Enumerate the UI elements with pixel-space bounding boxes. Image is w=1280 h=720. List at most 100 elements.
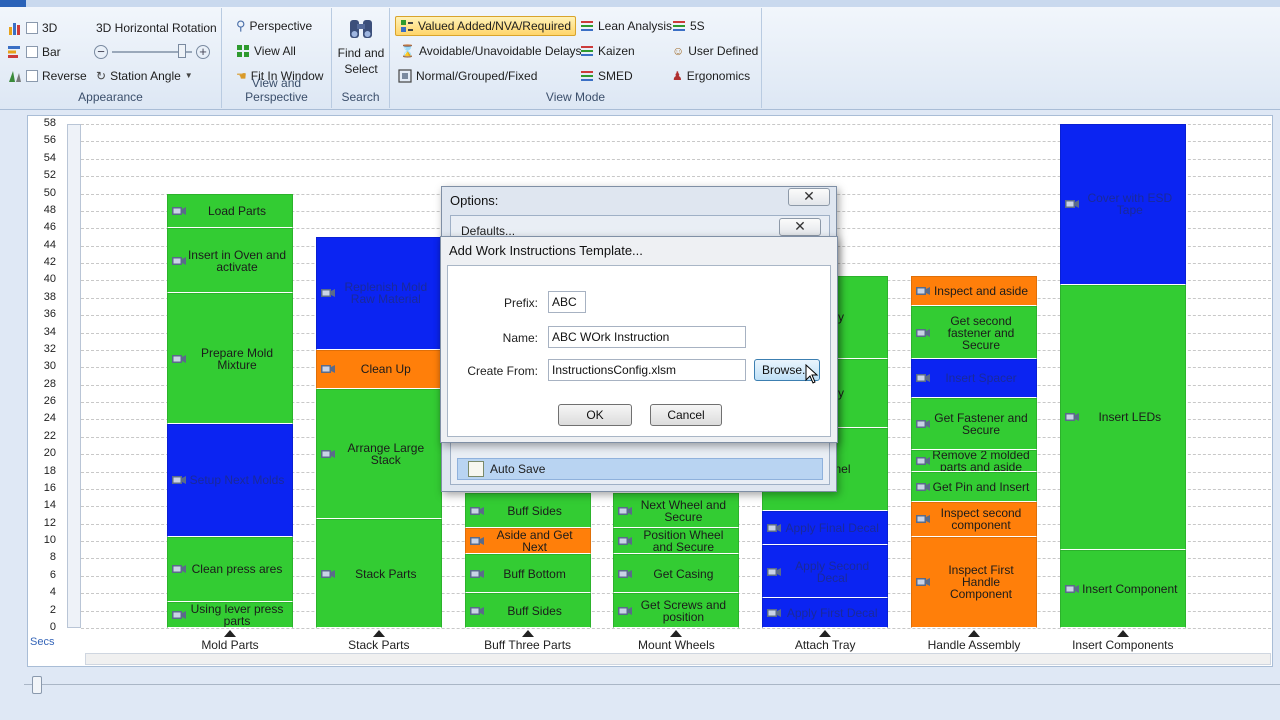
video-camera-icon[interactable] (172, 256, 186, 266)
vertical-scrollbar[interactable] (67, 124, 81, 628)
work-element[interactable]: Remove 2 molded parts and aside (911, 449, 1037, 472)
bar-option[interactable]: Bar (8, 42, 61, 62)
reverse-checkbox[interactable] (26, 70, 38, 82)
view-all-button[interactable]: View All (236, 41, 296, 61)
bar-checkbox[interactable] (26, 46, 38, 58)
video-camera-icon[interactable] (767, 523, 782, 533)
work-element[interactable]: Setup Next Molds (167, 423, 293, 537)
rotation-slider[interactable]: − + (94, 42, 210, 62)
work-element[interactable]: Next Wheel and Secure (613, 493, 740, 529)
work-element[interactable]: Prepare Mold Mixture (167, 293, 293, 424)
video-camera-icon[interactable] (320, 364, 335, 374)
value-added-mode-button[interactable]: Valued Added/NVA/Required (395, 16, 576, 36)
video-camera-icon[interactable] (469, 506, 484, 516)
video-camera-icon[interactable] (767, 608, 782, 618)
video-camera-icon[interactable] (618, 536, 633, 546)
work-element[interactable]: Stack Parts (315, 519, 442, 628)
video-camera-icon[interactable] (618, 569, 633, 579)
video-camera-icon[interactable] (320, 449, 335, 459)
work-element[interactable]: Get second fastener and Secure (911, 306, 1037, 359)
delays-mode-button[interactable]: ⌛ Avoidable/Unavoidable Delays (400, 41, 582, 61)
zoom-slider-thumb[interactable] (32, 676, 42, 694)
video-camera-icon[interactable] (916, 577, 930, 587)
work-element[interactable]: Clean Up (315, 349, 442, 389)
zoom-out-icon[interactable]: − (94, 45, 108, 59)
work-element[interactable]: Insert in Oven and activate (167, 228, 293, 294)
work-element[interactable]: Apply Second Decal (762, 545, 889, 598)
prefix-input[interactable] (548, 291, 586, 313)
station-marker-icon[interactable] (968, 630, 980, 637)
auto-save-item[interactable]: Auto Save (457, 458, 823, 480)
work-element[interactable]: Get Fastener and Secure (911, 397, 1037, 450)
work-element[interactable]: Aside and Get Next (464, 528, 591, 555)
work-element[interactable]: Apply Final Decal (762, 510, 889, 546)
work-element[interactable]: Insert Spacer (911, 358, 1037, 398)
ergonomics-mode-button[interactable]: ♟ Ergonomics (672, 66, 750, 86)
work-element[interactable]: Buff Sides (464, 593, 591, 628)
work-element[interactable]: Insert Component (1059, 549, 1186, 628)
video-camera-icon[interactable] (320, 288, 335, 298)
zoom-slider-track[interactable] (24, 684, 1280, 688)
station-marker-icon[interactable] (224, 630, 236, 637)
video-camera-icon[interactable] (916, 373, 930, 383)
perspective-button[interactable]: ⚲ Perspective (236, 16, 312, 36)
station-marker-icon[interactable] (670, 630, 683, 637)
video-camera-icon[interactable] (916, 328, 930, 338)
work-element[interactable]: Inspect and aside (911, 276, 1037, 307)
work-element[interactable]: Inspect second component (911, 501, 1037, 537)
work-element[interactable]: Position Wheel and Secure (613, 528, 740, 555)
station-marker-icon[interactable] (521, 630, 534, 637)
cancel-button[interactable]: Cancel (650, 404, 722, 426)
video-camera-icon[interactable] (320, 569, 335, 579)
video-camera-icon[interactable] (469, 536, 484, 546)
work-element[interactable]: Inspect First Handle Component (911, 536, 1037, 628)
video-camera-icon[interactable] (916, 482, 930, 492)
video-camera-icon[interactable] (916, 286, 930, 296)
video-camera-icon[interactable] (618, 506, 633, 516)
work-element[interactable]: Using lever press parts (167, 601, 293, 628)
defaults-close-button[interactable]: ✕ (779, 218, 821, 236)
video-camera-icon[interactable] (172, 564, 186, 574)
create-from-input[interactable] (548, 359, 746, 381)
video-camera-icon[interactable] (172, 206, 186, 216)
video-camera-icon[interactable] (916, 456, 930, 466)
video-camera-icon[interactable] (1064, 412, 1079, 422)
video-camera-icon[interactable] (1064, 199, 1079, 209)
video-camera-icon[interactable] (1064, 584, 1079, 594)
work-element[interactable]: Replenish Mold Raw Material (315, 236, 442, 350)
video-camera-icon[interactable] (767, 567, 782, 577)
video-camera-icon[interactable] (916, 514, 930, 524)
work-element[interactable]: Get Screws and position (613, 593, 740, 628)
normal-grouped-mode-button[interactable]: Normal/Grouped/Fixed (398, 66, 537, 86)
user-defined-mode-button[interactable]: ☺ User Defined (672, 41, 758, 61)
find-and-select-button[interactable]: Find and Select (336, 12, 386, 86)
work-element[interactable]: Get Casing (613, 554, 740, 594)
ok-button[interactable]: OK (558, 404, 632, 426)
zoom-in-icon[interactable]: + (196, 45, 210, 59)
lean-analysis-mode-button[interactable]: Lean Analysis (580, 16, 672, 36)
video-camera-icon[interactable] (172, 610, 186, 620)
video-camera-icon[interactable] (469, 606, 484, 616)
reverse-option[interactable]: Reverse (8, 66, 87, 86)
work-element[interactable]: Load Parts (167, 193, 293, 229)
work-element[interactable]: Arrange Large Stack (315, 389, 442, 520)
work-element[interactable]: Get Pin and Insert (911, 471, 1037, 502)
video-camera-icon[interactable] (916, 419, 930, 429)
horizontal-scrollbar[interactable] (85, 653, 1271, 665)
work-element[interactable]: Buff Bottom (464, 554, 591, 594)
3d-option[interactable]: 3D (8, 18, 57, 38)
3d-checkbox[interactable] (26, 22, 38, 34)
work-element[interactable]: Cover with ESD Tape (1059, 123, 1186, 285)
name-input[interactable] (548, 326, 746, 348)
station-marker-icon[interactable] (1116, 630, 1129, 637)
station-marker-icon[interactable] (372, 630, 385, 637)
file-tab[interactable] (0, 0, 26, 7)
video-camera-icon[interactable] (469, 569, 484, 579)
station-marker-icon[interactable] (819, 630, 832, 637)
work-element[interactable]: Apply First Decal (762, 597, 889, 628)
rotation-slider-thumb[interactable] (178, 44, 186, 58)
rotation-slider-track[interactable] (112, 44, 192, 58)
video-camera-icon[interactable] (172, 475, 186, 485)
kaizen-mode-button[interactable]: Kaizen (580, 41, 635, 61)
work-element[interactable]: Clean press ares (167, 536, 293, 602)
